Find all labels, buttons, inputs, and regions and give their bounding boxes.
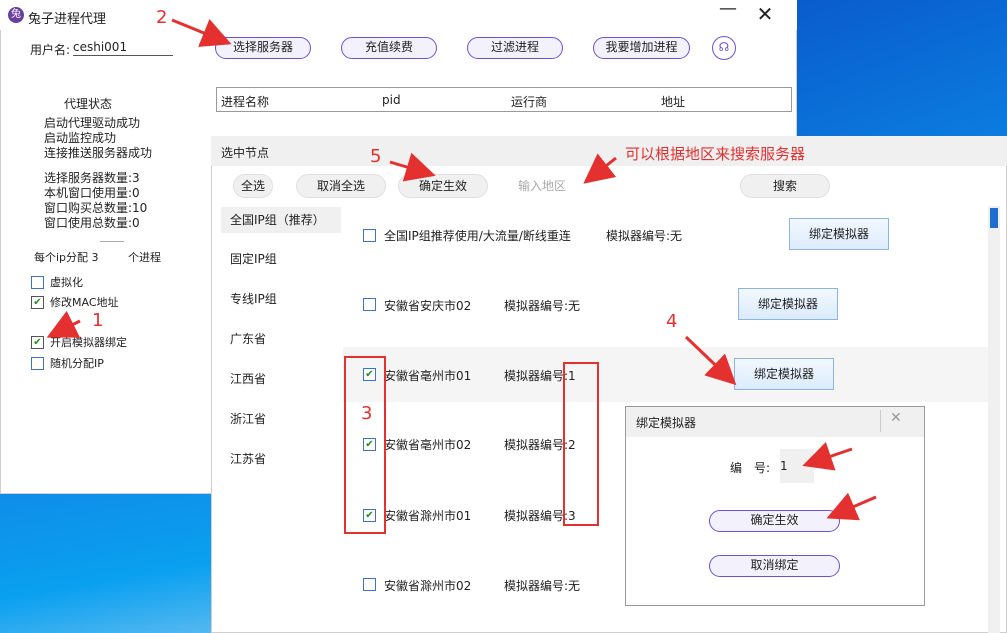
rabbit-app-icon: 兔 [8, 7, 24, 23]
node-checkbox[interactable] [363, 229, 376, 242]
add-process-button[interactable]: 我要增加进程 [593, 37, 690, 59]
step-number: 3 [361, 403, 373, 424]
column-header: pid [382, 93, 401, 107]
annotation-box [344, 356, 386, 534]
option-label: 随机分配IP [50, 357, 104, 370]
node-name: 安徽省滁州市02 [384, 579, 472, 593]
column-header: 进程名称 [221, 95, 270, 109]
checkbox-checked[interactable]: ✔ [31, 335, 44, 349]
option-change-mac[interactable]: ✔ 修改MAC地址 [31, 294, 119, 310]
option-label: 修改MAC地址 [50, 296, 119, 309]
option-random-ip[interactable]: 随机分配IP [31, 355, 104, 371]
bind-emulator-button[interactable]: 绑定模拟器 [789, 218, 889, 250]
close-icon[interactable]: ✕ [890, 410, 902, 426]
step-number: 1 [92, 310, 104, 331]
status-line: 启动监控成功 [44, 131, 117, 145]
region-item[interactable]: 浙江省 [221, 406, 341, 432]
stat-line: 本机窗口使用量:0 [44, 186, 140, 200]
node-window-title: 选中节点 [221, 146, 270, 160]
select-server-button[interactable]: 选择服务器 [215, 37, 311, 59]
dialog-title: 绑定模拟器 [636, 416, 697, 430]
search-button[interactable]: 搜索 [740, 174, 830, 198]
node-checkbox[interactable] [363, 298, 376, 311]
window-title: 兔子进程代理 [28, 12, 107, 27]
scrollbar[interactable] [988, 206, 1000, 633]
confirm-button[interactable]: 确定生效 [398, 174, 488, 198]
status-line: 连接推送服务器成功 [44, 146, 153, 160]
minimize-button[interactable]: — [718, 0, 738, 22]
node-emulator-number: 模拟器编号:无 [606, 229, 683, 243]
node-name: 安徽省滁州市01 [384, 509, 472, 523]
per-process-label: 个进程 [128, 251, 161, 264]
username-label: 用户名: [30, 43, 71, 57]
option-virtualization[interactable]: 虚拟化 [31, 274, 83, 290]
step-number: 2 [156, 7, 168, 28]
step-number: 5 [370, 146, 382, 167]
filter-process-button[interactable]: 过滤进程 [467, 37, 563, 59]
region-item[interactable]: 江西省 [221, 366, 341, 392]
proxy-status-title: 代理状态 [64, 97, 113, 111]
headset-icon[interactable]: ☊ [712, 36, 736, 60]
node-name: 安徽省亳州市02 [384, 438, 472, 452]
node-titlebar [211, 136, 1007, 166]
region-item[interactable]: 固定IP组 [221, 246, 341, 272]
desktop-background [797, 0, 1007, 140]
dialog-confirm-button[interactable]: 确定生效 [709, 510, 840, 532]
region-item[interactable]: 全国IP组（推荐） [221, 207, 341, 233]
status-line: 启动代理驱动成功 [44, 116, 141, 130]
region-search-input[interactable]: 输入地区 [495, 174, 589, 198]
option-label: 虚拟化 [50, 276, 83, 289]
desktop-background [0, 494, 212, 633]
stat-line: 窗口购买总数量:10 [44, 201, 148, 215]
main-titlebar [0, 0, 797, 30]
recharge-button[interactable]: 充值续费 [341, 37, 437, 59]
checkbox[interactable] [31, 275, 44, 289]
option-emulator-binding[interactable]: ✔ 开启模拟器绑定 [31, 334, 127, 350]
process-table-header: 进程名称 pid 运行商 地址 [216, 87, 792, 112]
node-name: 安徽省安庆市02 [384, 299, 472, 313]
number-label: 编 号: [730, 461, 771, 475]
stat-line: 选择服务器数量:3 [44, 171, 140, 185]
node-emulator-number: 模拟器编号:无 [504, 299, 581, 313]
step-number: 4 [666, 311, 678, 332]
checkbox-checked[interactable]: ✔ [31, 295, 44, 309]
bind-emulator-button[interactable]: 绑定模拟器 [734, 358, 834, 390]
deselect-all-button[interactable]: 取消全选 [296, 174, 386, 198]
username-field[interactable]: ceshi001 [73, 40, 173, 56]
ip-distribution-label: 每个ip分配 3 [34, 251, 99, 264]
unbind-button[interactable]: 取消绑定 [709, 555, 840, 577]
checkbox[interactable] [31, 356, 44, 370]
region-item[interactable]: 专线IP组 [221, 286, 341, 312]
column-header: 运行商 [511, 95, 548, 109]
emulator-number-field[interactable]: 1 [780, 449, 814, 483]
close-button[interactable]: ✕ [754, 2, 776, 26]
select-all-button[interactable]: 全选 [233, 174, 273, 198]
bind-emulator-button[interactable]: 绑定模拟器 [738, 288, 838, 320]
column-header: 地址 [661, 95, 686, 109]
annotation-hint: 可以根据地区来搜索服务器 [625, 145, 806, 163]
divider [880, 410, 881, 432]
node-emulator-number: 模拟器编号:无 [504, 579, 581, 593]
divider [100, 241, 124, 242]
option-label: 开启模拟器绑定 [50, 336, 127, 349]
annotation-box [563, 362, 599, 526]
scrollbar-thumb[interactable] [990, 208, 998, 228]
node-name: 安徽省亳州市01 [384, 369, 472, 383]
node-name: 全国IP组推荐使用/大流量/断线重连 [384, 229, 571, 243]
stat-line: 窗口使用总数量:0 [44, 216, 140, 230]
region-item[interactable]: 广东省 [221, 326, 341, 352]
region-item[interactable]: 江苏省 [221, 446, 341, 472]
node-checkbox[interactable] [363, 578, 376, 591]
